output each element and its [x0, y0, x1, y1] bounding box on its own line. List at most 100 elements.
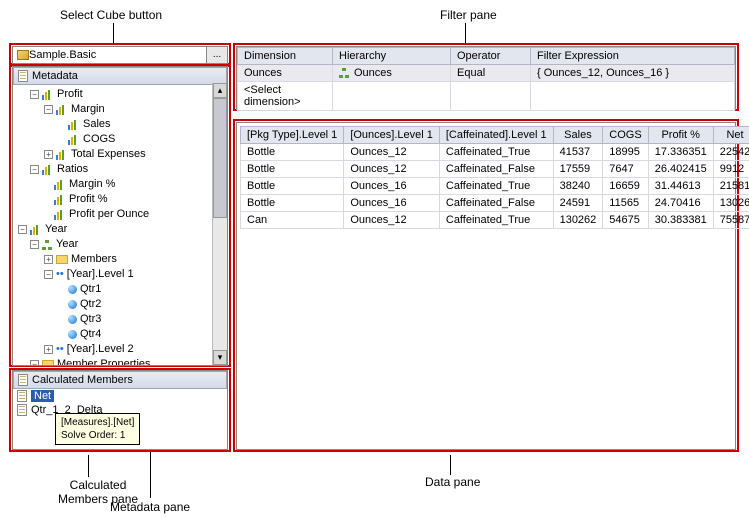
data-cell[interactable]: 41537: [553, 144, 603, 161]
data-cell[interactable]: 24591: [553, 195, 603, 212]
scrollbar[interactable]: ▴ ▾: [212, 83, 227, 365]
data-cell[interactable]: Caffeinated_True: [439, 212, 553, 229]
data-cell[interactable]: Bottle: [241, 178, 344, 195]
filter-cell[interactable]: Ounces: [333, 65, 451, 82]
data-cell[interactable]: 22542: [713, 144, 749, 161]
data-cell[interactable]: 11565: [603, 195, 648, 212]
filter-header-expression[interactable]: Filter Expression: [531, 48, 735, 65]
filter-header-operator[interactable]: Operator: [451, 48, 531, 65]
data-cell[interactable]: Caffeinated_False: [439, 161, 553, 178]
tree-item-year[interactable]: Year: [45, 222, 67, 237]
data-cell[interactable]: Ounces_12: [344, 161, 440, 178]
data-cell[interactable]: 31.44613: [648, 178, 713, 195]
tree-item-members[interactable]: Members: [71, 252, 117, 267]
data-cell[interactable]: Bottle: [241, 144, 344, 161]
tree-item-ratios[interactable]: Ratios: [57, 162, 88, 177]
data-cell[interactable]: 30.383381: [648, 212, 713, 229]
data-cell[interactable]: 54675: [603, 212, 648, 229]
data-cell[interactable]: Bottle: [241, 161, 344, 178]
data-column-header[interactable]: COGS: [603, 127, 648, 144]
table-row[interactable]: BottleOunces_12Caffeinated_False17559764…: [241, 161, 749, 178]
expander-icon[interactable]: −: [44, 270, 53, 279]
data-cell[interactable]: Bottle: [241, 195, 344, 212]
data-cell[interactable]: Caffeinated_True: [439, 178, 553, 195]
table-row[interactable]: BottleOunces_16Caffeinated_False24591115…: [241, 195, 749, 212]
expander-icon[interactable]: −: [30, 240, 39, 249]
expander-icon[interactable]: +: [44, 345, 53, 354]
measure-icon: [54, 195, 66, 205]
scroll-up-icon[interactable]: ▴: [213, 83, 227, 98]
expander-icon[interactable]: −: [30, 165, 39, 174]
expander-icon[interactable]: −: [30, 360, 39, 366]
tree-item-year-l2[interactable]: [Year].Level 2: [67, 342, 134, 357]
scroll-thumb[interactable]: [213, 98, 227, 218]
tree-item-profit[interactable]: Profit: [57, 87, 83, 102]
tree-item-margin[interactable]: Margin: [71, 102, 105, 117]
calc-item-net[interactable]: Net: [13, 389, 227, 403]
data-column-header[interactable]: Net: [713, 127, 749, 144]
cube-selector[interactable]: Sample.Basic: [12, 46, 228, 64]
data-cell[interactable]: Ounces_12: [344, 144, 440, 161]
data-cell[interactable]: 130262: [553, 212, 603, 229]
tree-item-year-sub[interactable]: Year: [56, 237, 78, 252]
data-column-header[interactable]: [Ounces].Level 1: [344, 127, 440, 144]
data-cell[interactable]: Can: [241, 212, 344, 229]
tree-item-totalexp[interactable]: Total Expenses: [71, 147, 146, 162]
table-row[interactable]: BottleOunces_12Caffeinated_True415371899…: [241, 144, 749, 161]
data-cell[interactable]: 75587: [713, 212, 749, 229]
data-column-header[interactable]: Profit %: [648, 127, 713, 144]
annotation-metadata-pane: Metadata pane: [110, 500, 190, 514]
data-column-header[interactable]: [Caffeinated].Level 1: [439, 127, 553, 144]
tree-item-profitpct[interactable]: Profit %: [69, 192, 108, 207]
filter-row[interactable]: Ounces Ounces Equal { Ounces_12, Ounces_…: [238, 65, 735, 82]
measure-icon: [42, 90, 54, 100]
data-cell[interactable]: 17.336351: [648, 144, 713, 161]
expander-icon[interactable]: −: [30, 90, 39, 99]
table-row[interactable]: BottleOunces_16Caffeinated_True382401665…: [241, 178, 749, 195]
tree-item-qtr1[interactable]: Qtr1: [80, 282, 101, 297]
annotation-select-cube: Select Cube button: [60, 8, 162, 22]
data-cell[interactable]: 17559: [553, 161, 603, 178]
tree-item-memberprops[interactable]: Member Properties: [57, 357, 151, 366]
filter-cell[interactable]: { Ounces_12, Ounces_16 }: [531, 65, 735, 82]
filter-placeholder[interactable]: <Select dimension>: [238, 82, 333, 111]
data-cell[interactable]: 24.70416: [648, 195, 713, 212]
data-cell[interactable]: 21581: [713, 178, 749, 195]
filter-header-dimension[interactable]: Dimension: [238, 48, 333, 65]
tree-item-profitoz[interactable]: Profit per Ounce: [69, 207, 149, 222]
data-cell[interactable]: 18995: [603, 144, 648, 161]
tree-item-qtr4[interactable]: Qtr4: [80, 327, 101, 342]
data-cell[interactable]: Ounces_12: [344, 212, 440, 229]
data-cell[interactable]: 9912: [713, 161, 749, 178]
data-cell[interactable]: Ounces_16: [344, 178, 440, 195]
data-column-header[interactable]: [Pkg Type].Level 1: [241, 127, 344, 144]
tree-item-qtr2[interactable]: Qtr2: [80, 297, 101, 312]
tree-item-cogs[interactable]: COGS: [83, 132, 115, 147]
filter-cell[interactable]: Equal: [451, 65, 531, 82]
expander-icon[interactable]: −: [18, 225, 27, 234]
data-cell[interactable]: 38240: [553, 178, 603, 195]
data-cell[interactable]: 13026: [713, 195, 749, 212]
table-row[interactable]: CanOunces_12Caffeinated_True130262546753…: [241, 212, 749, 229]
scroll-down-icon[interactable]: ▾: [213, 350, 227, 365]
tree-item-marginpct[interactable]: Margin %: [69, 177, 115, 192]
filter-cell[interactable]: Ounces: [238, 65, 333, 82]
filter-header-hierarchy[interactable]: Hierarchy: [333, 48, 451, 65]
data-cell[interactable]: 7647: [603, 161, 648, 178]
expander-icon[interactable]: +: [44, 150, 53, 159]
data-cell[interactable]: Ounces_16: [344, 195, 440, 212]
select-cube-button[interactable]: ...: [206, 46, 228, 64]
data-cell[interactable]: 26.402415: [648, 161, 713, 178]
tree-item-year-l1[interactable]: [Year].Level 1: [67, 267, 134, 282]
filter-row-new[interactable]: <Select dimension>: [238, 82, 735, 111]
expander-icon[interactable]: −: [44, 105, 53, 114]
expander-icon[interactable]: +: [44, 255, 53, 264]
data-cell[interactable]: Caffeinated_False: [439, 195, 553, 212]
member-icon: [68, 315, 77, 324]
tree-item-sales[interactable]: Sales: [83, 117, 111, 132]
annotation-data-pane: Data pane: [425, 475, 480, 489]
data-column-header[interactable]: Sales: [553, 127, 603, 144]
tree-item-qtr3[interactable]: Qtr3: [80, 312, 101, 327]
data-cell[interactable]: Caffeinated_True: [439, 144, 553, 161]
data-cell[interactable]: 16659: [603, 178, 648, 195]
